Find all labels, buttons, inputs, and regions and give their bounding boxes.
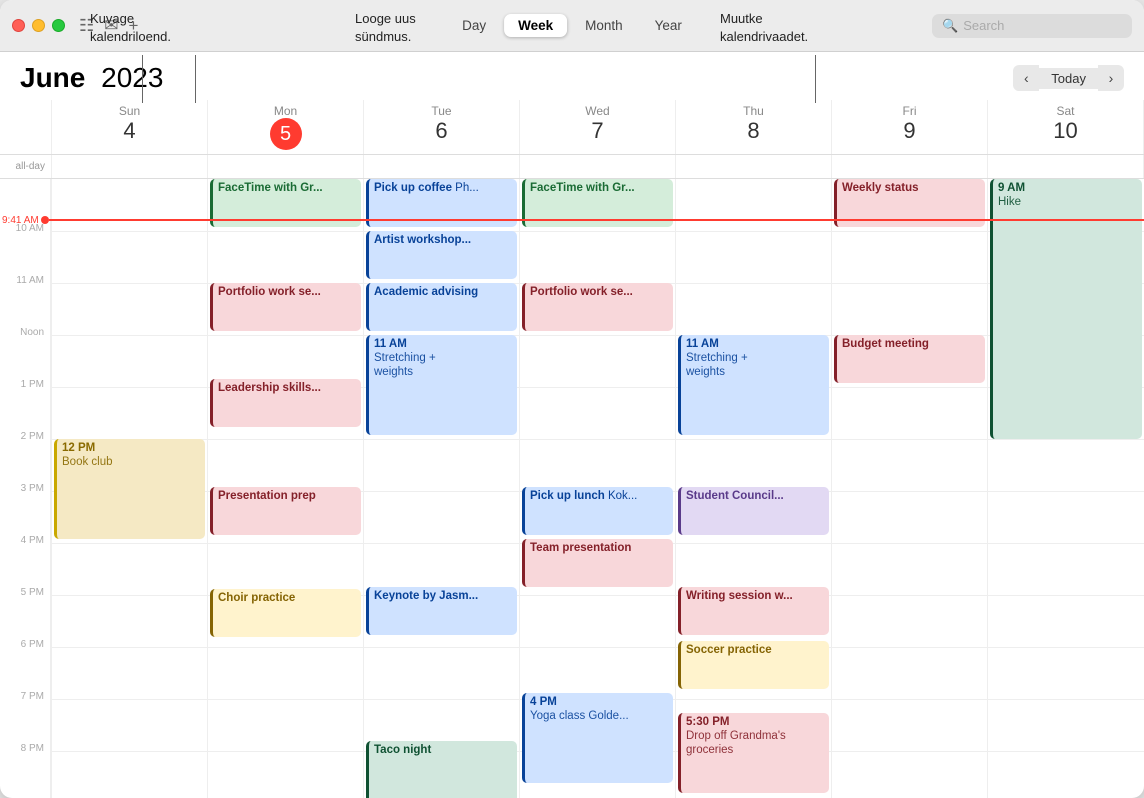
allday-tue [364,155,520,178]
event-portfolio-mon[interactable]: Portfolio work se... [210,283,361,331]
add-event-button[interactable]: + [129,16,139,36]
event-stretching-tue[interactable]: 11 AM Stretching +weights [366,335,517,435]
view-day[interactable]: Day [448,14,500,37]
time-grid-inner: 9 AM 10 AM 11 AM Noon 1 PM 2 P [0,179,1144,798]
month-title: June 2023 [20,62,163,94]
time-grid[interactable]: 9 AM 10 AM 11 AM Noon 1 PM 2 P [0,179,1144,798]
day-headers: Sun 4 Mon 5 Tue 6 Wed 7 Thu 8 Fri 9 [0,100,1144,155]
event-book-club[interactable]: 12 PM Book club [54,439,205,539]
allday-sun [52,155,208,178]
allday-label: all-day [0,155,52,178]
col-sat: 9 AM Hike [988,179,1144,798]
event-facetime-wed[interactable]: FaceTime with Gr... [522,179,673,227]
event-yoga-wed[interactable]: 4 PM Yoga class Golde... [522,693,673,783]
view-year[interactable]: Year [641,14,696,37]
allday-row: all-day [0,155,1144,179]
event-grandma-thu[interactable]: 5:30 PM Drop off Grandma'sgroceries [678,713,829,793]
event-weekly-status-fri[interactable]: Weekly status [834,179,985,227]
inbox-icon[interactable]: ✉ [104,16,118,36]
allday-wed [520,155,676,178]
event-coffee-tue[interactable]: Pick up coffee Ph... [366,179,517,227]
traffic-lights [12,19,65,32]
prev-button[interactable]: ‹ [1013,65,1039,91]
event-portfolio-wed[interactable]: Portfolio work se... [522,283,673,331]
view-switcher: Day Week Month Year [448,14,696,37]
event-facetime-mon[interactable]: FaceTime with Gr... [210,179,361,227]
col-thu: 11 AM Stretching +weights Student Counci… [676,179,832,798]
day-header-tue: Tue 6 [364,100,520,154]
event-taco-tue[interactable]: Taco night [366,741,517,798]
calendar-header: June 2023 ‹ Today › [0,52,1144,100]
event-soccer-thu[interactable]: Soccer practice [678,641,829,689]
toolbar-right: 🔍 Search [932,14,1132,38]
col-wed: FaceTime with Gr... Portfolio work se...… [520,179,676,798]
event-budget-fri[interactable]: Budget meeting [834,335,985,383]
event-stretching-thu[interactable]: 11 AM Stretching +weights [678,335,829,435]
search-icon: 🔍 [942,18,958,34]
today-button[interactable]: Today [1039,68,1098,89]
titlebar: ☷ ✉ + Day Week Month Year 🔍 Search [0,0,1144,52]
calendar-window: ☷ ✉ + Day Week Month Year 🔍 Search Kuvag… [0,0,1144,798]
month-label: June [20,62,85,93]
day-header-sat: Sat 10 [988,100,1144,154]
event-leadership-mon[interactable]: Leadership skills... [210,379,361,427]
allday-mon [208,155,364,178]
year-label: 2023 [101,62,163,93]
next-button[interactable]: › [1098,65,1124,91]
col-tue: Pick up coffee Ph... Artist workshop... … [364,179,520,798]
time-labels-col: 9 AM 10 AM 11 AM Noon 1 PM 2 P [0,179,52,798]
nav-group: ‹ Today › [1013,65,1124,91]
event-pickup-lunch-wed[interactable]: Pick up lunch Kok... [522,487,673,535]
event-council-thu[interactable]: Student Council... [678,487,829,535]
event-keynote-tue[interactable]: Keynote by Jasm... [366,587,517,635]
event-writing-thu[interactable]: Writing session w... [678,587,829,635]
calendar-list-icon[interactable]: ☷ [79,16,94,36]
event-presentation-mon[interactable]: Presentation prep [210,487,361,535]
event-choir-mon[interactable]: Choir practice [210,589,361,637]
day-header-mon: Mon 5 [208,100,364,154]
event-team-presentation-wed[interactable]: Team presentation [522,539,673,587]
search-placeholder: Search [963,18,1004,33]
event-advising-tue[interactable]: Academic advising [366,283,517,331]
view-week[interactable]: Week [504,14,567,37]
header-spacer [0,100,52,154]
allday-sat [988,155,1144,178]
day-header-fri: Fri 9 [832,100,988,154]
minimize-button[interactable] [32,19,45,32]
col-fri: Weekly status Budget meeting [832,179,988,798]
allday-fri [832,155,988,178]
event-hike-sat[interactable]: 9 AM Hike [990,179,1142,439]
search-box[interactable]: 🔍 Search [932,14,1132,38]
calendar-grid: Sun 4 Mon 5 Tue 6 Wed 7 Thu 8 Fri 9 [0,100,1144,798]
allday-thu [676,155,832,178]
view-month[interactable]: Month [571,14,637,37]
toolbar-icons: ☷ ✉ + [79,16,138,36]
event-artist-tue[interactable]: Artist workshop... [366,231,517,279]
day-header-thu: Thu 8 [676,100,832,154]
day-header-wed: Wed 7 [520,100,676,154]
col-mon: FaceTime with Gr... Portfolio work se...… [208,179,364,798]
close-button[interactable] [12,19,25,32]
fullscreen-button[interactable] [52,19,65,32]
day-header-sun: Sun 4 [52,100,208,154]
col-sun: 12 PM Book club [52,179,208,798]
